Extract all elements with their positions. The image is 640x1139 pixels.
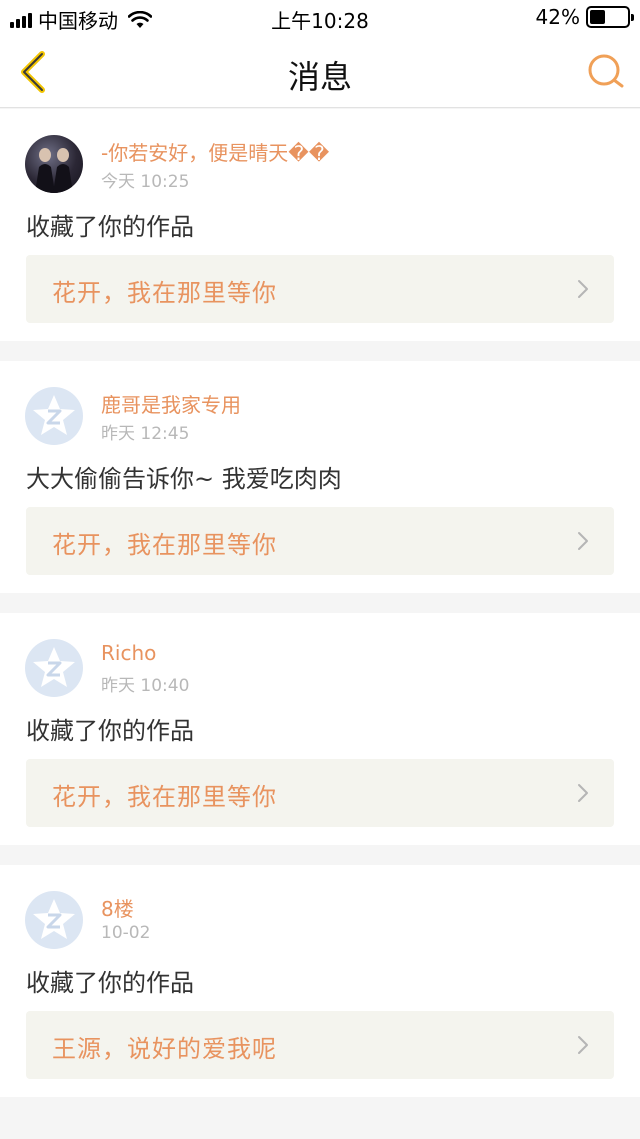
battery-icon (586, 6, 634, 28)
status-bar: 中国移动 上午10:28 42% (0, 0, 640, 34)
message-item[interactable]: 8楼 10-02 收藏了你的作品王源，说好的爱我呢 (0, 865, 640, 1097)
chevron-right-icon (578, 784, 588, 802)
default-avatar-icon[interactable] (25, 891, 83, 949)
battery-fill (590, 10, 606, 24)
battery-group: 42% (535, 5, 634, 29)
work-title: 花开，我在那里等你 (52, 279, 277, 307)
sender-name[interactable]: 鹿哥是我家专用 (101, 389, 241, 418)
work-link[interactable]: 花开，我在那里等你 (26, 759, 614, 827)
message-time: 10-02 (101, 923, 151, 943)
chevron-right-icon (578, 280, 588, 298)
chevron-right-icon (578, 1036, 588, 1054)
sender-name[interactable]: Richo (101, 641, 156, 665)
message-time: 昨天 12:45 (101, 424, 190, 444)
battery-percent: 42% (535, 5, 580, 29)
message-time: 昨天 10:40 (101, 676, 190, 696)
sender-name[interactable]: 8楼 (101, 893, 134, 922)
message-list: -你若安好，便是晴天�� 今天 10:25 收藏了你的作品 花开，我在那里等你 鹿哥是我… (0, 109, 640, 1117)
message-time: 今天 10:25 (101, 172, 190, 192)
work-title: 王源，说好的爱我呢 (52, 1035, 277, 1063)
message-item[interactable]: Richo 昨天 10:40 收藏了你的作品花开，我在那里等你 (0, 613, 640, 845)
search-icon[interactable] (586, 52, 626, 92)
work-link[interactable]: 王源，说好的爱我呢 (26, 1011, 614, 1079)
work-title: 花开，我在那里等你 (52, 531, 277, 559)
message-text: 大大偷偷告诉你~ 我爱吃肉肉 (26, 465, 342, 493)
page-title: 消息 (287, 58, 352, 96)
message-text: 收藏了你的作品 (26, 213, 194, 241)
message-text: 收藏了你的作品 (26, 717, 194, 745)
work-link[interactable]: 花开，我在那里等你 (26, 255, 614, 323)
chevron-right-icon (578, 532, 588, 550)
sender-name[interactable]: -你若安好，便是晴天�� (101, 137, 329, 166)
work-title: 花开，我在那里等你 (52, 783, 277, 811)
work-link[interactable]: 花开，我在那里等你 (26, 507, 614, 575)
default-avatar-icon[interactable] (25, 387, 83, 445)
message-item[interactable]: -你若安好，便是晴天�� 今天 10:25 收藏了你的作品花开，我在那里等你 (0, 109, 640, 341)
default-avatar-icon[interactable] (25, 639, 83, 697)
avatar[interactable] (25, 135, 83, 193)
nav-bar: 消息 (0, 34, 640, 108)
message-text: 收藏了你的作品 (26, 969, 194, 997)
message-item[interactable]: 鹿哥是我家专用昨天 12:45 大大偷偷告诉你~ 我爱吃肉肉花开，我在那里等你 (0, 361, 640, 593)
